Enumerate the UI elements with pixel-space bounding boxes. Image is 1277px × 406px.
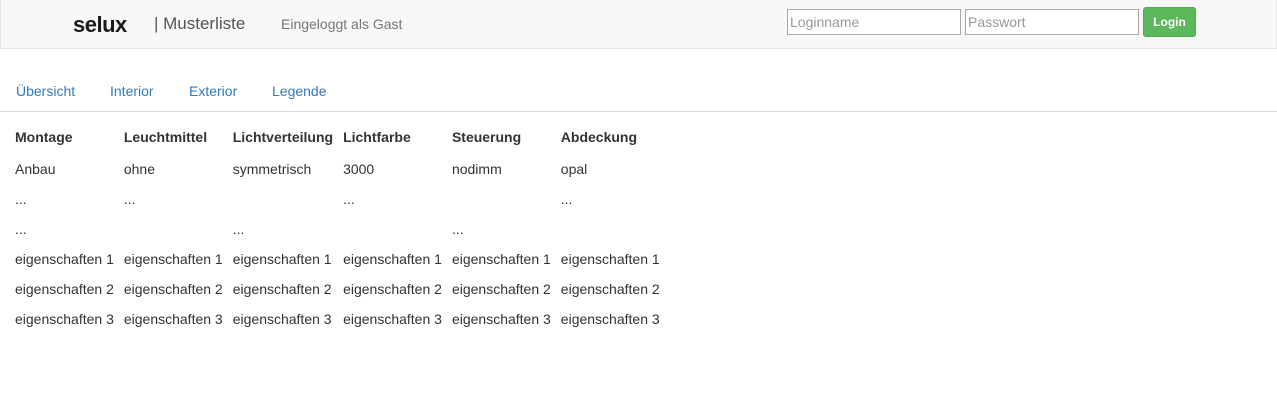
table-row: Anbau ohne symmetrisch 3000 nodimm opal xyxy=(10,154,665,184)
table-row: eigenschaften 3 eigenschaften 3 eigensch… xyxy=(10,304,665,334)
table-cell: opal xyxy=(560,161,588,177)
navbar: selux | Musterliste Eingeloggt als Gast … xyxy=(0,0,1277,49)
table-cell: symmetrisch xyxy=(232,161,312,177)
properties-table: Montage Leuchtmittel Lichtverteilung Lic… xyxy=(10,120,665,334)
table-cell: ... xyxy=(451,221,464,237)
login-name-input[interactable] xyxy=(787,9,961,35)
tab-interior[interactable]: Interior xyxy=(110,82,154,100)
table-cell: eigenschaften 3 xyxy=(560,311,660,327)
table-cell: eigenschaften 3 xyxy=(123,311,223,327)
column-header-steuerung: Steuerung xyxy=(451,129,522,145)
column-header-leuchtmittel: Leuchtmittel xyxy=(123,129,208,145)
nav-tabs: Übersicht Interior Exterior Legende xyxy=(0,70,1277,112)
table-cell: eigenschaften 3 xyxy=(343,311,442,327)
logged-in-status: Eingeloggt als Gast xyxy=(281,16,403,32)
column-header-lichtverteilung: Lichtverteilung xyxy=(232,129,334,145)
table-cell xyxy=(447,184,556,214)
column-header-lichtfarbe: Lichtfarbe xyxy=(343,129,411,145)
table-cell: ... xyxy=(15,191,27,207)
table-cell: eigenschaften 3 xyxy=(232,311,332,327)
table-cell: ... xyxy=(15,221,27,237)
table-cell: eigenschaften 2 xyxy=(560,281,660,297)
table-cell: eigenschaften 1 xyxy=(232,251,332,267)
table-row: eigenschaften 2 eigenschaften 2 eigensch… xyxy=(10,274,665,304)
table-cell: eigenschaften 2 xyxy=(15,281,114,297)
table-cell xyxy=(338,214,447,244)
tab-uebersicht[interactable]: Übersicht xyxy=(16,82,75,100)
brand-logo[interactable]: selux xyxy=(73,11,127,39)
table-cell: eigenschaften 3 xyxy=(15,311,114,327)
table-cell: 3000 xyxy=(343,161,375,177)
table-header-row: Montage Leuchtmittel Lichtverteilung Lic… xyxy=(10,120,665,154)
table-cell: Anbau xyxy=(15,161,56,177)
table-cell: nodimm xyxy=(451,161,502,177)
table-cell: eigenschaften 1 xyxy=(123,251,223,267)
password-input[interactable] xyxy=(965,9,1139,35)
table-cell: ohne xyxy=(123,161,156,177)
table-cell xyxy=(228,184,338,214)
table-cell: eigenschaften 1 xyxy=(560,251,660,267)
tab-exterior[interactable]: Exterior xyxy=(189,82,237,100)
table-cell xyxy=(556,214,665,244)
table-cell: eigenschaften 1 xyxy=(15,251,114,267)
table-cell xyxy=(119,214,228,244)
table-cell: eigenschaften 3 xyxy=(451,311,551,327)
table-row: ... ... ... xyxy=(10,214,665,244)
table-cell: ... xyxy=(343,191,355,207)
table-row: eigenschaften 1 eigenschaften 1 eigensch… xyxy=(10,244,665,274)
table-cell: eigenschaften 2 xyxy=(123,281,223,297)
column-header-abdeckung: Abdeckung xyxy=(560,129,638,145)
table-cell: eigenschaften 2 xyxy=(451,281,551,297)
column-header-montage: Montage xyxy=(15,129,73,145)
login-button[interactable]: Login xyxy=(1143,7,1196,37)
table-cell: ... xyxy=(123,191,136,207)
table-cell: ... xyxy=(560,191,573,207)
tab-legende[interactable]: Legende xyxy=(272,82,327,100)
table-row: ... ... ... ... xyxy=(10,184,665,214)
table-cell: eigenschaften 1 xyxy=(343,251,442,267)
table-cell: eigenschaften 2 xyxy=(232,281,332,297)
table-cell: eigenschaften 2 xyxy=(343,281,442,297)
app-subtitle: | Musterliste xyxy=(154,14,246,33)
table-cell: ... xyxy=(232,221,245,237)
table-cell: eigenschaften 1 xyxy=(451,251,551,267)
